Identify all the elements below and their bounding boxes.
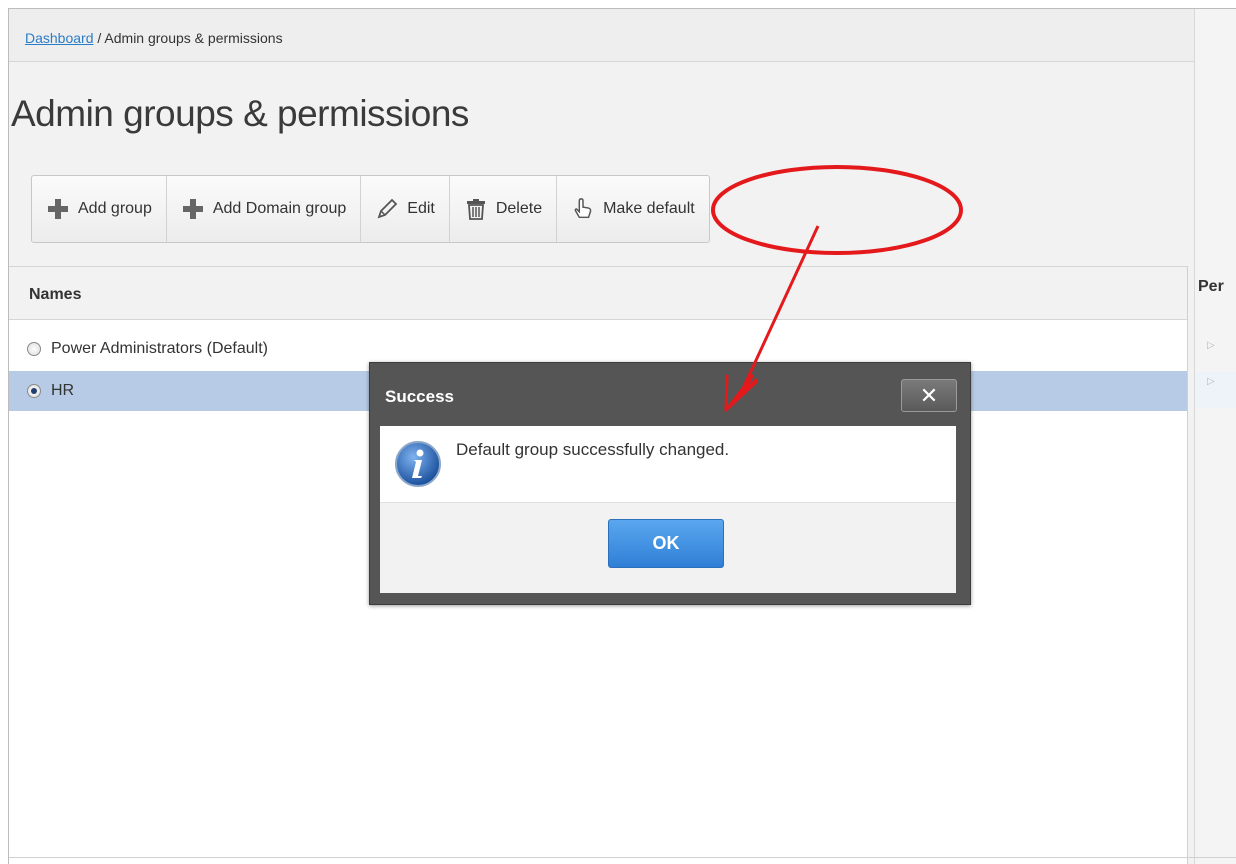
delete-button[interactable]: Delete [450,176,558,242]
info-icon [395,441,441,487]
make-default-label: Make default [603,200,695,217]
expand-triangle-icon[interactable]: ▷ [1207,376,1215,387]
plus-icon [181,197,205,221]
hand-pointer-icon [571,197,595,221]
dialog-body: Default group successfully changed. [380,426,956,502]
table-header: Names [9,266,1187,320]
close-button[interactable]: ✕ [901,379,957,412]
page-title: Admin groups & permissions [11,93,469,134]
breadcrumb-dashboard-link[interactable]: Dashboard [25,30,94,46]
names-column-header: Names [29,286,82,303]
plus-icon [46,197,70,221]
group-name: Power Administrators (Default) [51,340,268,357]
trash-icon [464,197,488,221]
row-radio[interactable] [27,342,41,356]
delete-label: Delete [495,200,543,217]
breadcrumb-bar: Dashboard / Admin groups & permissions [9,9,1236,62]
make-default-button[interactable]: Make default [557,176,709,242]
group-name: HR [51,382,75,399]
breadcrumb-current: Admin groups & permissions [104,30,283,46]
divider [9,857,1236,858]
expand-triangle-icon[interactable]: ▷ [1207,340,1215,351]
ok-button[interactable]: OK [608,519,724,568]
permissions-column-header: Per [1198,278,1224,295]
dialog-title: Success [385,387,454,406]
close-icon: ✕ [919,382,939,408]
edit-button[interactable]: Edit [361,176,450,242]
toolbar: Add group Add Domain group Edit Delete M… [31,175,710,243]
success-dialog: Success ✕ Default group successfully cha… [369,362,971,605]
breadcrumb-separator: / [93,30,105,46]
row-radio[interactable] [27,384,41,398]
permissions-panel [1194,9,1236,864]
pencil-icon [375,197,399,221]
breadcrumb: Dashboard / Admin groups & permissions [25,30,283,46]
dialog-footer: OK [380,502,956,593]
permissions-row-highlight [1195,372,1236,408]
add-domain-group-button[interactable]: Add Domain group [167,176,362,242]
add-group-label: Add group [78,200,152,217]
add-domain-group-label: Add Domain group [212,200,347,217]
dialog-message: Default group successfully changed. [456,440,730,459]
add-group-button[interactable]: Add group [32,176,167,242]
edit-label: Edit [407,200,435,217]
